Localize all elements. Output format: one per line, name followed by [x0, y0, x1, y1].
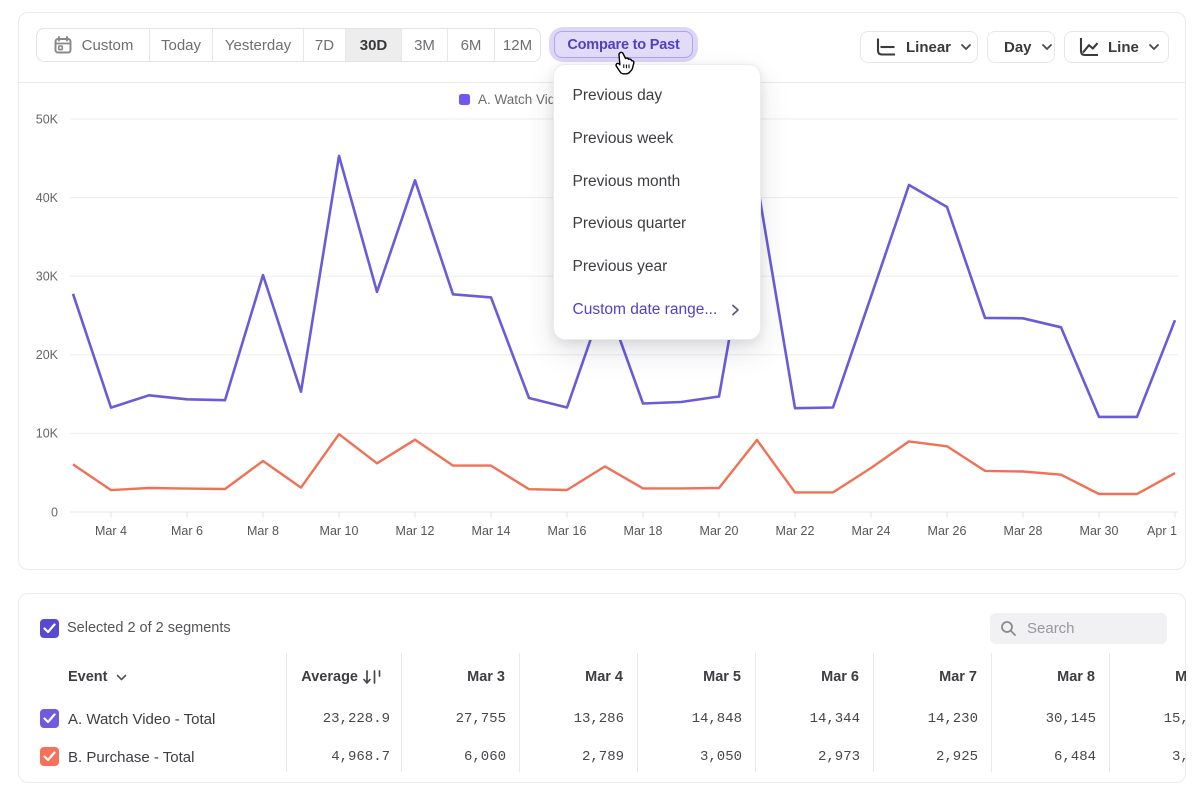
svg-text:Apr 1: Apr 1	[1147, 524, 1177, 538]
svg-text:Mar 20: Mar 20	[700, 524, 739, 538]
svg-text:40K: 40K	[36, 191, 59, 205]
svg-text:Mar 8: Mar 8	[247, 524, 279, 538]
svg-text:Mar 28: Mar 28	[1004, 524, 1043, 538]
svg-text:50K: 50K	[36, 113, 59, 127]
svg-text:Mar 22: Mar 22	[776, 524, 815, 538]
svg-text:Mar 16: Mar 16	[548, 524, 587, 538]
svg-text:Mar 10: Mar 10	[320, 524, 359, 538]
svg-text:Mar 26: Mar 26	[928, 524, 967, 538]
svg-text:30K: 30K	[36, 270, 59, 284]
svg-text:0: 0	[51, 506, 58, 520]
svg-text:Mar 6: Mar 6	[171, 524, 203, 538]
svg-text:Mar 4: Mar 4	[95, 524, 127, 538]
svg-text:Mar 14: Mar 14	[472, 524, 511, 538]
svg-text:Mar 24: Mar 24	[852, 524, 891, 538]
svg-text:Mar 12: Mar 12	[396, 524, 435, 538]
svg-text:Mar 30: Mar 30	[1080, 524, 1119, 538]
svg-text:10K: 10K	[36, 427, 59, 441]
svg-text:20K: 20K	[36, 348, 59, 362]
svg-text:Mar 18: Mar 18	[624, 524, 663, 538]
